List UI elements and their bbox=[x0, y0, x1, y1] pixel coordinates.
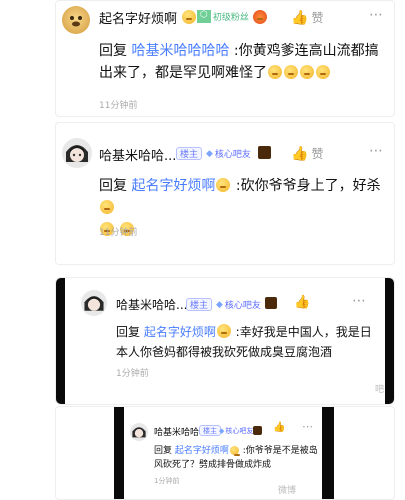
reply-prefix: 回复 bbox=[154, 446, 173, 456]
avatar-doge[interactable] bbox=[62, 6, 90, 34]
like-button[interactable]: 👍 bbox=[294, 295, 310, 310]
comment-text: :砍你爷爷身上了，好杀 bbox=[231, 178, 381, 194]
anime-avatar-icon bbox=[84, 296, 104, 311]
core-badge-label: 核心吧友 bbox=[224, 301, 261, 311]
username[interactable]: 起名字好烦啊 bbox=[99, 8, 177, 27]
username[interactable]: 哈基米哈哈... bbox=[99, 145, 176, 164]
comment-card-1: 起名字好烦啊 ⬡ 初级粉丝 👍 赞 ⋯ 回复 哈基米哈哈哈哈 :你黄鸡爹连高山流… bbox=[55, 0, 395, 117]
core-member-badge: ◆ 核心吧友 bbox=[206, 147, 251, 161]
host-badge: 楼主 bbox=[199, 425, 221, 436]
screenshot-border bbox=[385, 278, 394, 404]
comment-card-3: 哈基米哈哈... 楼主 ◆ 核心吧友 👍 ⋯ 回复 起名字好烦啊 :幸好我是中国… bbox=[55, 277, 395, 405]
medal-icon bbox=[265, 297, 277, 309]
host-badge: 楼主 bbox=[186, 298, 213, 311]
more-options-icon[interactable]: ⋯ bbox=[369, 143, 384, 159]
like-button[interactable]: 👍 赞 bbox=[291, 145, 323, 162]
screenshot-border bbox=[56, 278, 65, 404]
timestamp: 11分钟前 bbox=[99, 101, 138, 111]
level-number: ⬡ bbox=[197, 10, 211, 23]
host-badge: 楼主 bbox=[176, 147, 203, 160]
core-badge-label: 核心吧友 bbox=[225, 427, 254, 435]
avatar-anime[interactable] bbox=[130, 423, 148, 441]
emoji-icon bbox=[268, 65, 282, 79]
level-badge-label: 初级粉丝 bbox=[212, 13, 249, 23]
thumb-up-icon: 👍 bbox=[294, 295, 311, 310]
emoji-icon bbox=[300, 65, 314, 79]
core-badge-label: 核心吧友 bbox=[214, 150, 251, 160]
emoji-icon bbox=[216, 324, 231, 338]
emoji-icon bbox=[229, 446, 240, 456]
emoji-icon bbox=[284, 65, 298, 79]
comment-body: 回复 起名字好烦啊 :砍你爷爷身上了，好杀 bbox=[99, 175, 394, 241]
emoji-icon bbox=[100, 200, 114, 214]
core-member-badge: ◆ 核心吧友 bbox=[216, 298, 261, 312]
more-options-icon[interactable]: ⋯ bbox=[352, 293, 367, 309]
emoji-icon bbox=[316, 65, 330, 79]
comment-card-4: 哈基米哈哈... 楼主 ◆ 核心吧友 👍 ⋯ 回复 起名字好烦啊 :你爷爷是不是… bbox=[55, 406, 395, 500]
doge-face-icon bbox=[70, 16, 82, 27]
avatar-anime[interactable] bbox=[81, 290, 107, 316]
thumb-up-icon: 👍 bbox=[273, 422, 286, 433]
comment-body: 回复 哈基米哈哈哈哈 :你黄鸡爹连高山流都搞出来了，都是罕见啊难怪了 bbox=[99, 40, 391, 84]
more-options-icon[interactable]: ⋯ bbox=[369, 7, 384, 23]
reply-target-link[interactable]: 起名字好烦啊 bbox=[144, 325, 216, 339]
medal-icon bbox=[253, 426, 262, 435]
medal-icon bbox=[258, 146, 271, 159]
fire-emoji-icon bbox=[253, 10, 267, 24]
diamond-icon: ◆ bbox=[206, 148, 213, 159]
anime-avatar-icon bbox=[132, 427, 146, 438]
comment-body: 回复 起名字好烦啊 :你爷爷是不是被岛风砍死了？劈成排骨做成炸成 bbox=[154, 444, 326, 472]
like-label: 赞 bbox=[311, 147, 324, 161]
thumb-up-icon: 👍 bbox=[291, 145, 309, 162]
reply-target-link[interactable]: 哈基米哈哈哈哈 bbox=[131, 43, 229, 59]
more-options-icon[interactable]: ⋯ bbox=[302, 420, 314, 433]
core-member-badge: ◆ 核心吧友 bbox=[219, 426, 253, 436]
face-emoji-icon bbox=[182, 10, 196, 24]
reply-target-link[interactable]: 起名字好烦啊 bbox=[175, 446, 229, 456]
timestamp: 1分钟前 bbox=[116, 369, 149, 379]
thumb-up-icon: 👍 bbox=[291, 9, 309, 26]
like-button[interactable]: 👍 bbox=[273, 422, 285, 433]
reply-target-link[interactable]: 起名字好烦啊 bbox=[131, 178, 215, 194]
username[interactable]: 哈基米哈哈... bbox=[116, 296, 187, 313]
anime-avatar-icon bbox=[66, 145, 88, 162]
reply-prefix: 回复 bbox=[116, 325, 141, 339]
watermark: 吧 bbox=[374, 385, 384, 395]
reply-prefix: 回复 bbox=[99, 178, 127, 194]
timestamp: 1分钟前 bbox=[154, 477, 180, 485]
level-badge: ⬡ 初级粉丝 bbox=[197, 10, 249, 23]
like-label: 赞 bbox=[311, 11, 324, 25]
diamond-icon: ◆ bbox=[219, 427, 225, 435]
diamond-icon: ◆ bbox=[216, 299, 223, 310]
comment-body: 回复 起名字好烦啊 :幸好我是中国人，我是日本人你爸妈都得被我砍死做成臭豆腐泡酒 bbox=[116, 322, 382, 362]
avatar-anime[interactable] bbox=[62, 138, 92, 168]
emoji-icon bbox=[216, 178, 231, 192]
timestamp: 11分钟前 bbox=[99, 228, 138, 238]
reply-prefix: 回复 bbox=[99, 43, 127, 59]
like-button[interactable]: 👍 赞 bbox=[291, 9, 323, 26]
comment-card-2: 哈基米哈哈... 楼主 ◆ 核心吧友 👍 赞 ⋯ 回复 起名字好烦啊 :砍你爷爷… bbox=[55, 122, 395, 265]
watermark: 微博 bbox=[278, 486, 297, 496]
